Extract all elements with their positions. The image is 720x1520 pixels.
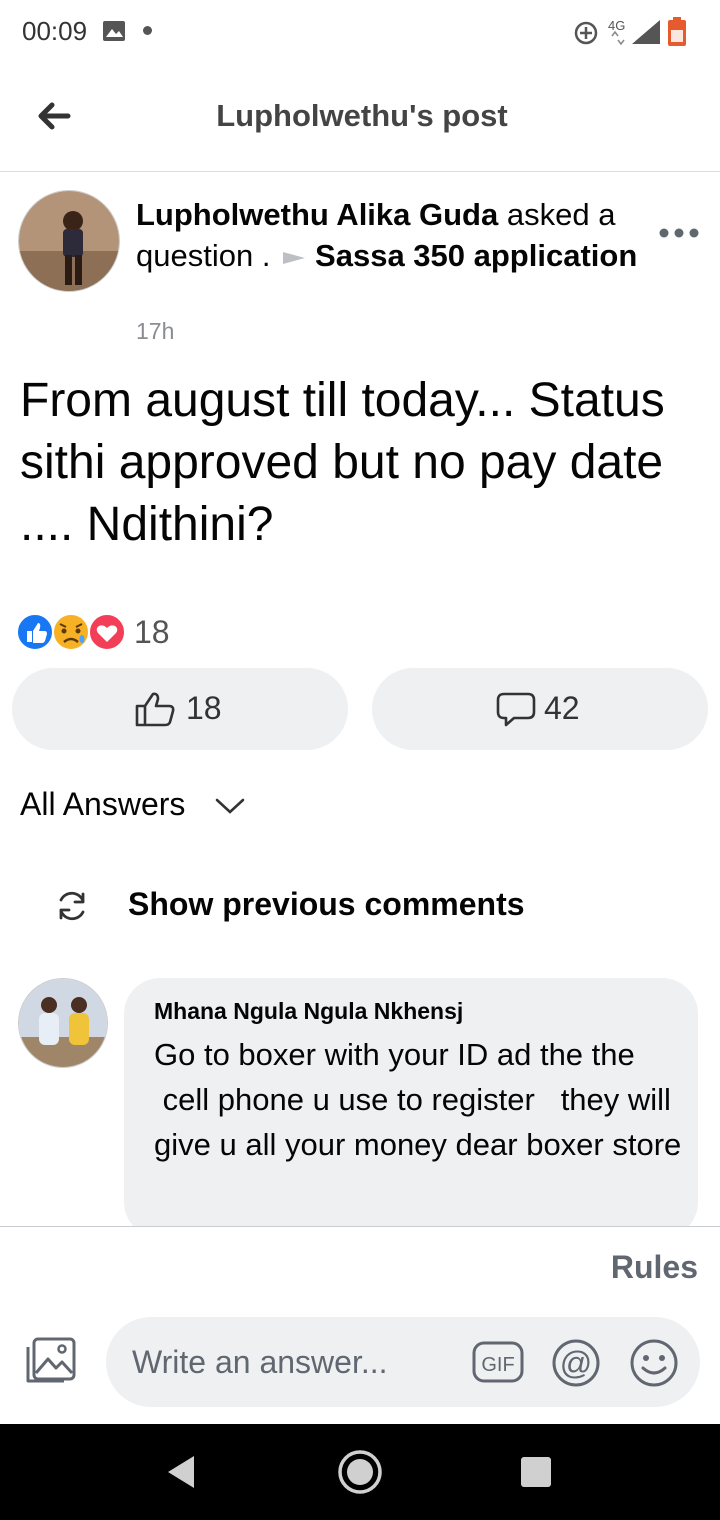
notification-dot-icon — [143, 26, 152, 35]
photo-gallery-icon[interactable] — [22, 1335, 80, 1387]
comment-text: Go to boxer with your ID ad the the cell… — [154, 1037, 682, 1162]
post-header-text: Lupholwethu Alika Guda asked a question … — [136, 194, 646, 276]
emoji-icon[interactable] — [628, 1337, 680, 1389]
reaction-count: 18 — [134, 614, 170, 650]
reaction-icons — [16, 613, 126, 651]
svg-text:GIF: GIF — [481, 1354, 514, 1376]
comment-bubble[interactable]: Mhana Ngula Ngula Nkhensj Go to boxer wi… — [124, 978, 698, 1238]
answer-input[interactable] — [130, 1317, 460, 1407]
signal-icon — [632, 20, 660, 44]
nav-home-icon[interactable] — [336, 1448, 384, 1496]
nav-back-icon[interactable] — [166, 1454, 198, 1490]
sad-reaction-icon — [52, 613, 90, 651]
show-previous-comments-button[interactable]: Show previous comments — [0, 868, 720, 944]
svg-text:@: @ — [560, 1345, 592, 1381]
comment-author-name[interactable]: Mhana Ngula Ngula Nkhensj — [154, 998, 463, 1025]
comment-button[interactable]: 42 — [372, 668, 708, 750]
refresh-icon — [59, 891, 85, 921]
reactions-summary[interactable]: 18 — [16, 612, 316, 656]
mention-icon[interactable]: @ — [550, 1337, 602, 1389]
comment-count: 42 — [544, 690, 580, 726]
like-reaction-icon — [16, 613, 54, 651]
network-type-label: 4G — [608, 18, 625, 33]
nav-recent-apps-icon[interactable] — [520, 1456, 552, 1488]
post-body-text: From august till today... Status sithi a… — [20, 374, 665, 551]
system-nav-bar — [0, 1424, 720, 1520]
post-author-name[interactable]: Lupholwethu Alika Guda — [136, 197, 498, 232]
like-button[interactable]: 18 — [12, 668, 348, 750]
app-bar: Lupholwethu's post — [0, 64, 720, 172]
comment-bubble-icon — [496, 692, 536, 727]
status-time: 00:09 — [22, 16, 88, 46]
thumbs-up-icon — [135, 692, 175, 727]
answer-input-wrapper[interactable]: GIF @ — [106, 1317, 700, 1407]
show-previous-comments-label: Show previous comments — [128, 886, 525, 922]
answers-filter-dropdown[interactable]: All Answers — [20, 786, 185, 823]
like-count: 18 — [186, 690, 222, 726]
status-bar: 00:09 4G — [0, 0, 720, 64]
gif-icon[interactable]: GIF — [472, 1339, 524, 1385]
data-saver-icon — [574, 21, 598, 45]
post-group-name[interactable]: Sassa 350 application — [315, 238, 637, 273]
post-timestamp[interactable]: 17h — [136, 318, 174, 345]
answer-composer: Rules GIF @ — [0, 1226, 720, 1424]
page-title: Lupholwethu's post — [216, 98, 508, 133]
author-avatar[interactable] — [18, 190, 120, 292]
love-reaction-icon — [88, 613, 126, 651]
triangle-arrow-icon — [283, 251, 306, 264]
rules-link[interactable]: Rules — [611, 1249, 698, 1286]
more-options-icon[interactable] — [656, 220, 702, 246]
image-icon — [103, 21, 125, 41]
commenter-avatar[interactable] — [18, 978, 108, 1068]
status-icons: 4G — [574, 17, 686, 46]
chevron-down-icon[interactable] — [214, 796, 246, 816]
